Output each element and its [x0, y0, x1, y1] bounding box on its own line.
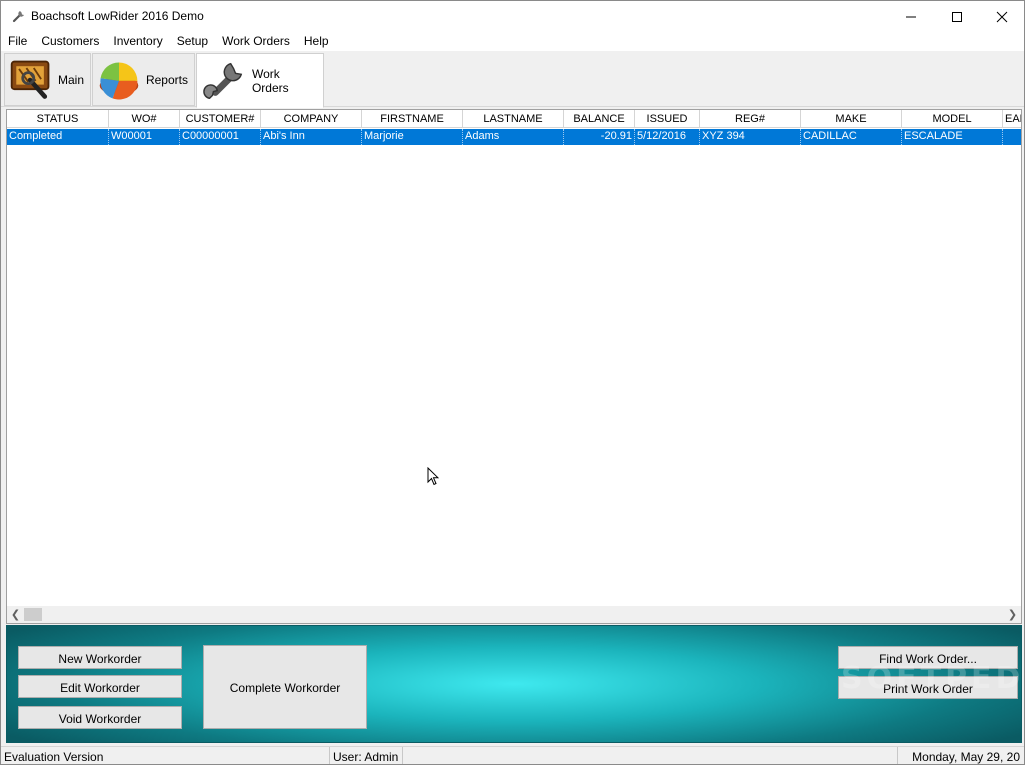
- app-window: Boachsoft LowRider 2016 Demo File Custom…: [0, 0, 1025, 765]
- cell-firstname: Marjorie: [362, 129, 463, 145]
- menu-setup[interactable]: Setup: [170, 32, 215, 51]
- minimize-button[interactable]: [888, 1, 934, 32]
- maximize-icon: [952, 11, 962, 22]
- col-header-status[interactable]: STATUS: [7, 110, 109, 128]
- menu-inventory[interactable]: Inventory: [106, 32, 169, 51]
- cell-wo: W00001: [109, 129, 180, 145]
- cell-model: ESCALADE: [902, 129, 1003, 145]
- horizontal-scrollbar[interactable]: ❮ ❯: [7, 606, 1021, 623]
- toolbar: Main Reports Work Orders: [1, 51, 1024, 108]
- cell-balance: -20.91: [564, 129, 635, 145]
- col-header-wo[interactable]: WO#: [109, 110, 180, 128]
- tab-main-label: Main: [57, 72, 84, 87]
- status-date: Monday, May 29, 20: [897, 747, 1022, 764]
- status-spacer: [403, 747, 897, 764]
- wrench-icon: [203, 62, 243, 99]
- pie-chart-icon: [99, 62, 139, 100]
- minimize-icon: [906, 16, 916, 17]
- col-header-balance[interactable]: BALANCE: [564, 110, 635, 128]
- mouse-cursor-icon: [427, 467, 439, 486]
- tab-reports[interactable]: Reports: [92, 53, 195, 106]
- tab-main[interactable]: Main: [4, 53, 91, 106]
- menu-work-orders[interactable]: Work Orders: [215, 32, 297, 51]
- col-header-ear[interactable]: EAR: [1003, 110, 1021, 128]
- cell-status: Completed: [7, 129, 109, 145]
- col-header-make[interactable]: MAKE: [801, 110, 902, 128]
- void-workorder-button[interactable]: Void Workorder: [18, 706, 182, 729]
- cell-lastname: Adams: [463, 129, 564, 145]
- close-icon: [996, 11, 1008, 22]
- menu-help[interactable]: Help: [297, 32, 336, 51]
- col-header-model[interactable]: MODEL: [902, 110, 1003, 128]
- tab-work-orders-label: Work Orders: [251, 66, 289, 95]
- table-row[interactable]: Completed W00001 C00000001 Abi's Inn Mar…: [7, 129, 1021, 145]
- status-bar: Evaluation Version User: Admin Monday, M…: [1, 746, 1024, 764]
- status-user: User: Admin: [330, 747, 403, 764]
- main-app-icon: [10, 60, 50, 99]
- window-title: Boachsoft LowRider 2016 Demo: [31, 9, 204, 23]
- work-orders-grid[interactable]: STATUS WO# CUSTOMER# COMPANY FIRSTNAME L…: [6, 109, 1022, 624]
- col-header-reg[interactable]: REG#: [700, 110, 801, 128]
- cell-company: Abi's Inn: [261, 129, 362, 145]
- cell-customer: C00000001: [180, 129, 261, 145]
- col-header-firstname[interactable]: FIRSTNAME: [362, 110, 463, 128]
- grid-header: STATUS WO# CUSTOMER# COMPANY FIRSTNAME L…: [7, 110, 1021, 128]
- col-header-issued[interactable]: ISSUED: [635, 110, 700, 128]
- col-header-lastname[interactable]: LASTNAME: [463, 110, 564, 128]
- title-bar: Boachsoft LowRider 2016 Demo: [1, 1, 1024, 32]
- col-header-company[interactable]: COMPANY: [261, 110, 362, 128]
- cell-make: CADILLAC: [801, 129, 902, 145]
- tab-work-orders[interactable]: Work Orders: [196, 53, 324, 108]
- tab-reports-label: Reports: [145, 72, 188, 87]
- watermark-text: SOFTPEDIA: [841, 661, 1025, 696]
- maximize-button[interactable]: [934, 1, 980, 32]
- menu-customers[interactable]: Customers: [34, 32, 106, 51]
- complete-workorder-button[interactable]: Complete Workorder: [203, 645, 367, 729]
- scroll-right-arrow-icon[interactable]: ❯: [1004, 606, 1021, 623]
- cell-ear: [1003, 129, 1021, 145]
- new-workorder-button[interactable]: New Workorder: [18, 646, 182, 669]
- scroll-left-arrow-icon[interactable]: ❮: [7, 606, 24, 623]
- wrench-app-icon: [12, 11, 24, 23]
- menu-file[interactable]: File: [1, 32, 34, 51]
- col-header-customer[interactable]: CUSTOMER#: [180, 110, 261, 128]
- edit-workorder-button[interactable]: Edit Workorder: [18, 675, 182, 698]
- scrollbar-thumb[interactable]: [24, 608, 42, 621]
- cell-reg: XYZ 394: [700, 129, 801, 145]
- menu-bar: File Customers Inventory Setup Work Orde…: [1, 32, 1024, 51]
- status-edition: Evaluation Version: [1, 747, 330, 764]
- cell-issued: 5/12/2016: [635, 129, 700, 145]
- close-button[interactable]: [979, 1, 1024, 32]
